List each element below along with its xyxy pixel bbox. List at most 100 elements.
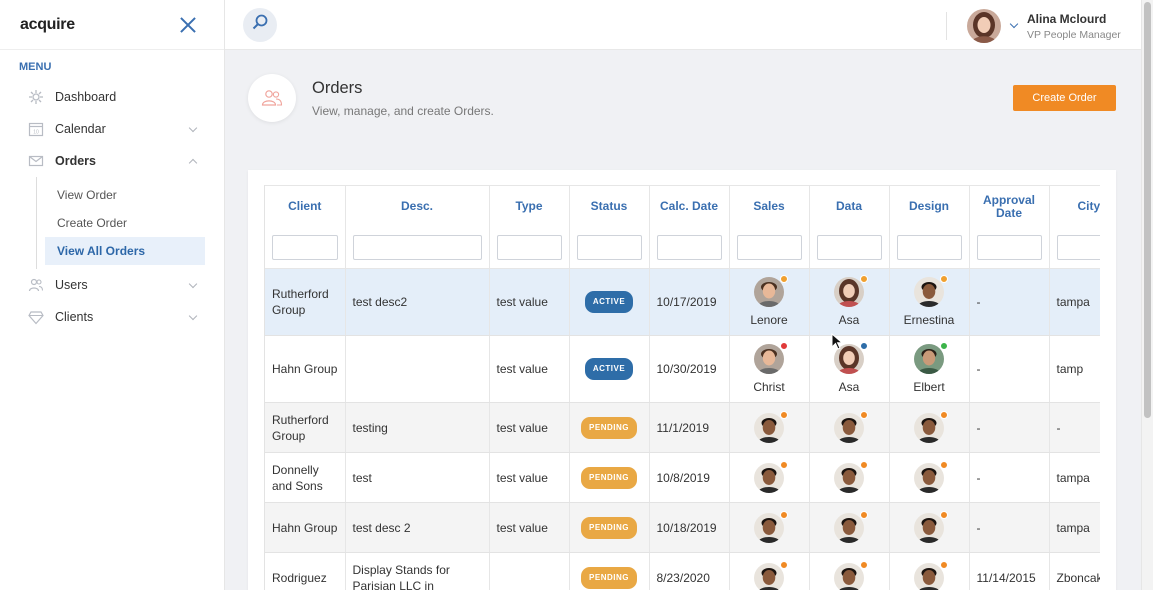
data-person[interactable] (817, 510, 882, 543)
column-header-data[interactable]: Data (809, 185, 890, 228)
column-header-sales[interactable]: Sales (729, 185, 810, 228)
chevron-down-icon (188, 311, 198, 320)
close-sidebar-icon[interactable] (178, 15, 198, 35)
data-person[interactable] (817, 410, 882, 443)
app-logo[interactable]: acquire (20, 16, 75, 34)
data-person[interactable]: Asa (817, 274, 882, 328)
filter-type-input[interactable] (496, 235, 562, 261)
filter-data-input[interactable] (816, 235, 882, 261)
column-header-desc[interactable]: Desc. (345, 185, 490, 228)
user-name: Alina Mclourd (1027, 11, 1107, 26)
column-header-city[interactable]: City (1049, 185, 1100, 228)
subnav-item-create-order[interactable]: Create Order (45, 209, 205, 237)
avatar (914, 341, 948, 374)
filter-row (265, 227, 1100, 269)
table-row[interactable]: Hahn Group test value ACTIVE 10/30/2019 Chri… (265, 335, 1100, 403)
table-row[interactable]: Donnelly and Sons test test value PENDING 10… (265, 452, 1100, 503)
subnav-item-view-all-orders[interactable]: View All Orders (45, 237, 205, 265)
column-header-type[interactable]: Type (489, 185, 570, 228)
design-person[interactable] (897, 560, 962, 590)
status-badge: PENDING (581, 416, 637, 439)
avatar (834, 460, 868, 493)
filter-status-input[interactable] (576, 235, 642, 261)
design-person[interactable] (897, 460, 962, 493)
design-name: Elbert (913, 379, 945, 394)
status-dot (860, 410, 868, 419)
search-button[interactable] (243, 7, 277, 42)
sidebar-item-calendar[interactable]: 10 Calendar (0, 113, 224, 145)
scrollbar-thumb[interactable] (1144, 2, 1151, 418)
table-row[interactable]: Hahn Group test desc 2 test value PENDING 10… (265, 502, 1100, 553)
sidebar-item-clients[interactable]: Clients (0, 301, 224, 333)
column-header-calc-date[interactable]: Calc. Date (649, 185, 730, 228)
cell-city: tampa (1049, 268, 1100, 336)
column-header-approval-date[interactable]: Approval Date (969, 185, 1050, 228)
cell-type: test value (489, 335, 570, 403)
sales-person[interactable] (737, 560, 802, 590)
cell-desc: testing (345, 402, 490, 453)
orders-table-wrap: Client Desc. Type Status Calc. Date Sale… (264, 185, 1100, 590)
design-person[interactable]: Elbert (897, 341, 962, 395)
cell-approval-date: - (969, 452, 1050, 503)
cell-approval-date: 11/14/2015 (969, 552, 1050, 590)
subnav-item-view-order[interactable]: View Order (45, 181, 205, 209)
sales-person[interactable]: Lenore (737, 274, 802, 328)
avatar (834, 560, 868, 590)
cell-status: PENDING (569, 552, 650, 590)
page-scrollbar[interactable] (1141, 0, 1153, 590)
cell-sales (729, 452, 810, 503)
sales-person[interactable]: Christ (737, 341, 802, 395)
sidebar-item-dashboard[interactable]: Dashboard (0, 81, 224, 113)
table-row[interactable]: Rutherford Group test desc2 test value ACTI… (265, 268, 1100, 336)
cell-calc-date: 8/23/2020 (649, 552, 730, 590)
cell-desc: test desc2 (345, 268, 490, 336)
filter-design-input[interactable] (896, 235, 962, 261)
cell-desc (345, 335, 490, 403)
status-dot (940, 460, 948, 469)
cell-client: Hahn Group (265, 335, 346, 403)
sidebar-item-label: Orders (55, 154, 96, 168)
sidebar-item-orders[interactable]: Orders (0, 145, 224, 177)
cell-approval-date: - (969, 268, 1050, 336)
cell-type (489, 552, 570, 590)
filter-approval-date-input[interactable] (976, 235, 1042, 261)
chevron-up-icon (188, 158, 198, 167)
sales-person[interactable] (737, 460, 802, 493)
sales-person[interactable] (737, 410, 802, 443)
data-person[interactable] (817, 560, 882, 590)
filter-sales-input[interactable] (736, 235, 802, 261)
cell-sales (729, 502, 810, 553)
sidebar-item-label: Calendar (55, 122, 106, 136)
user-menu[interactable]: Alina Mclourd VP People Manager (967, 9, 1121, 43)
avatar (967, 9, 1001, 43)
column-header-client[interactable]: Client (265, 185, 346, 228)
data-person[interactable]: Asa (817, 341, 882, 395)
filter-client-input[interactable] (272, 235, 338, 261)
design-name: Ernestina (903, 312, 955, 327)
filter-city-input[interactable] (1056, 235, 1100, 261)
status-dot (860, 560, 868, 569)
column-header-design[interactable]: Design (889, 185, 970, 228)
cell-client: Rodriguez (265, 552, 346, 590)
page-subtitle: View, manage, and create Orders. (312, 104, 494, 118)
sales-person[interactable] (737, 510, 802, 543)
design-person[interactable]: Ernestina (897, 274, 962, 328)
create-order-button[interactable]: Create Order (1013, 85, 1116, 111)
filter-calc-date-input[interactable] (656, 235, 722, 261)
design-person[interactable] (897, 410, 962, 443)
sidebar-item-users[interactable]: Users (0, 269, 224, 301)
cell-city: Zboncak (1049, 552, 1100, 590)
column-header-status[interactable]: Status (569, 185, 650, 228)
filter-desc-input[interactable] (352, 235, 482, 261)
status-badge: PENDING (581, 466, 637, 489)
status-dot (780, 560, 788, 569)
design-person[interactable] (897, 510, 962, 543)
table-row[interactable]: Rutherford Group testing test value PENDING… (265, 402, 1100, 453)
avatar (914, 510, 948, 543)
cell-city: - (1049, 402, 1100, 453)
data-name: Asa (838, 379, 860, 394)
cell-type: test value (489, 402, 570, 453)
table-row[interactable]: Rodriguez Display Stands for Parisian LLC… (265, 552, 1100, 590)
cell-approval-date: - (969, 502, 1050, 553)
data-person[interactable] (817, 460, 882, 493)
